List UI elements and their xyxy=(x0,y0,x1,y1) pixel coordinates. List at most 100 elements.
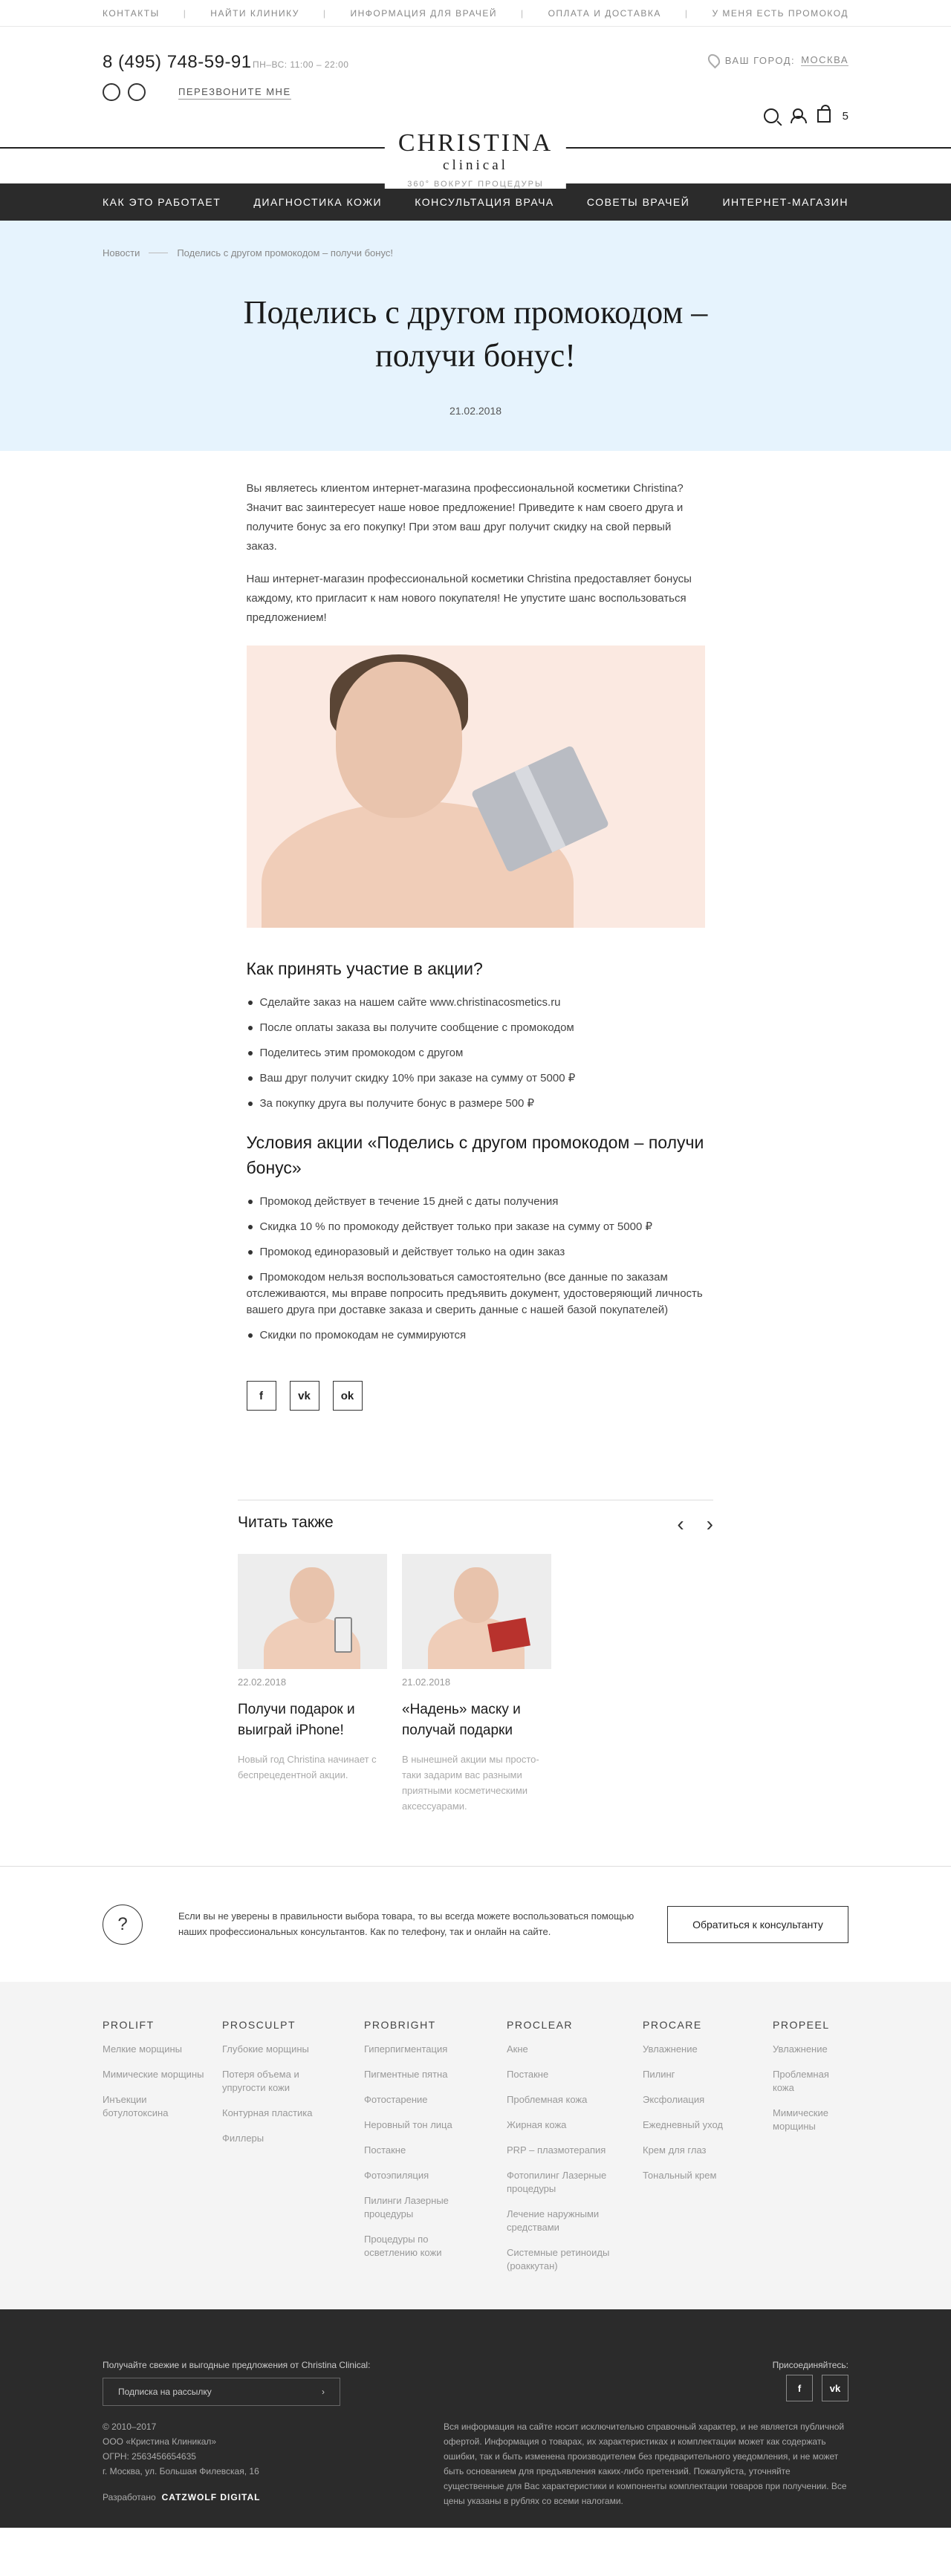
footer-link[interactable]: Постакне xyxy=(364,2144,468,2157)
footer-col-prolift: Prolift Мелкие морщины Мимические морщин… xyxy=(103,2019,207,2132)
footer-link[interactable]: Увлажнение xyxy=(773,2043,847,2056)
list-item: Скидки по промокодам не суммируются xyxy=(247,1327,705,1344)
top-bar: Контакты | Найти клинику | Информация дл… xyxy=(0,0,951,27)
article-paragraph: Вы являетесь клиентом интернет-магазина … xyxy=(246,482,684,553)
card-image[interactable] xyxy=(238,1554,387,1669)
footer-link[interactable]: Мелкие морщины xyxy=(103,2043,207,2056)
phone-number[interactable]: 8 (495) 748-59-91 xyxy=(103,52,252,73)
facebook-icon[interactable]: f xyxy=(786,2375,813,2401)
topbar-link-find-clinic[interactable]: Найти клинику xyxy=(210,8,299,19)
footer-col-title[interactable]: Propeel xyxy=(773,2019,847,2031)
footer-link[interactable]: Жирная кожа xyxy=(507,2118,618,2132)
nav-how-it-works[interactable]: Как это работает xyxy=(103,196,221,208)
article-paragraph: Наш интернет-магазин профессиональной ко… xyxy=(246,573,692,624)
footer-col-title[interactable]: Prosculpt xyxy=(222,2019,326,2031)
footer-link[interactable]: Мимические морщины xyxy=(103,2068,207,2081)
footer-link[interactable]: Системные ретиноиды (роаккутан) xyxy=(507,2246,618,2273)
footer-col-title[interactable]: Proclear xyxy=(507,2019,618,2031)
contact-consultant-button[interactable]: Обратиться к консультанту xyxy=(667,1906,848,1943)
developer-name[interactable]: CATZWOLF DIGITAL xyxy=(162,2492,261,2502)
footer-link[interactable]: Увлажнение xyxy=(643,2043,739,2056)
footer-link[interactable]: Глубокие морщины xyxy=(222,2043,326,2056)
footer-col-title[interactable]: Procare xyxy=(643,2019,739,2031)
city-label: Ваш город: xyxy=(724,54,796,66)
card-image[interactable] xyxy=(402,1554,551,1669)
footer-link[interactable]: Потеря объема и упругости кожи xyxy=(222,2068,326,2095)
nav-doctor-consultation[interactable]: Консультация врача xyxy=(415,196,554,208)
footer-link[interactable]: Фотостарение xyxy=(364,2093,468,2107)
footer-link[interactable]: Инъекции ботулотоксина xyxy=(103,2093,207,2120)
footer-link[interactable]: Постакне xyxy=(507,2068,618,2081)
footer-link[interactable]: Фотоэпиляция xyxy=(364,2169,468,2182)
footer-link[interactable]: Пигментные пятна xyxy=(364,2068,468,2081)
footer-link[interactable]: PRP – плазмотерапия xyxy=(507,2144,618,2157)
related-card[interactable]: 21.02.2018 «Надень» маску и получай пода… xyxy=(402,1554,551,1814)
topbar-link-payment-delivery[interactable]: Оплата и доставка xyxy=(548,8,661,19)
footer-link[interactable]: Неровный тон лица xyxy=(364,2118,468,2132)
footer-link[interactable]: Филлеры xyxy=(222,2132,326,2145)
list-item: После оплаты заказа вы получите сообщени… xyxy=(247,1020,705,1036)
company-address: г. Москва, ул. Большая Филевская, 16 xyxy=(103,2466,259,2476)
facebook-icon[interactable]: f xyxy=(246,1381,276,1411)
callback-link[interactable]: Перезвоните мне xyxy=(178,86,291,100)
footer-link[interactable]: Гиперпигментация xyxy=(364,2043,468,2056)
footer-link[interactable]: Крем для глаз xyxy=(643,2144,739,2157)
footer-col-title[interactable]: Probright xyxy=(364,2019,468,2031)
read-also: Читать также ‹ › 22.02.2018 Получи подар… xyxy=(238,1500,713,1814)
article-body: Вы являетесь клиентом интернет-магазина … xyxy=(246,451,705,1411)
list-item: Промокод единоразовый и действует только… xyxy=(247,1244,705,1261)
nav-doctor-advice[interactable]: Советы врачей xyxy=(587,196,689,208)
footer-link[interactable]: Пилинги Лазерные процедуры xyxy=(364,2194,468,2221)
image-shape xyxy=(335,662,462,818)
chevron-left-icon[interactable]: ‹ xyxy=(677,1512,684,1536)
footer-link[interactable]: Акне xyxy=(507,2043,618,2056)
footer-link[interactable]: Пилинг xyxy=(643,2068,739,2081)
footer-link[interactable]: Фотопилинг Лазерные процедуры xyxy=(507,2169,618,2196)
list-item: За покупку друга вы получите бонус в раз… xyxy=(247,1096,705,1112)
site-logo[interactable]: CHRISTINA clinical 360° вокруг процедуры xyxy=(384,131,567,189)
footer-link[interactable]: Проблемная кожа xyxy=(773,2068,847,2095)
footer-link[interactable]: Мимические морщины xyxy=(773,2107,847,2133)
city-name[interactable]: Москва xyxy=(801,54,848,66)
article-image xyxy=(246,645,705,928)
footer-link[interactable]: Тональный крем xyxy=(643,2169,739,2182)
cart-icon[interactable] xyxy=(817,105,831,123)
footer-link[interactable]: Лечение наружными средствами xyxy=(507,2208,618,2234)
odnoklassniki-icon[interactable]: ok xyxy=(332,1381,363,1411)
company-name: ООО «Кристина Клиникал» xyxy=(103,2436,217,2447)
footer-link[interactable]: Ежедневный уход xyxy=(643,2118,739,2132)
footer-link[interactable]: Эксфолиация xyxy=(643,2093,739,2107)
footer-col-procare: Procare Увлажнение Пилинг Эксфолиация Еж… xyxy=(643,2019,739,2194)
footer-link[interactable]: Контурная пластика xyxy=(222,2107,326,2120)
header-actions: 5 xyxy=(763,105,848,123)
user-icon[interactable] xyxy=(790,108,807,123)
copyright: © 2010–2017 xyxy=(103,2421,157,2432)
search-icon[interactable] xyxy=(763,108,779,123)
subscribe-input[interactable]: Подписка на рассылку › xyxy=(103,2378,340,2406)
nav-online-store[interactable]: Интернет-магазин xyxy=(722,196,848,208)
card-title[interactable]: Получи подарок и выиграй iPhone! xyxy=(238,1700,387,1741)
breadcrumb-news[interactable]: Новости xyxy=(103,247,140,258)
nav-skin-diagnostics[interactable]: Диагностика кожи xyxy=(253,196,382,208)
chevron-right-icon[interactable]: › xyxy=(707,1512,713,1536)
conditions-list: Промокод действует в течение 15 дней с д… xyxy=(247,1194,705,1344)
related-card[interactable]: 22.02.2018 Получи подарок и выиграй iPho… xyxy=(238,1554,387,1814)
city-selector[interactable]: Ваш город: Москва xyxy=(705,51,848,69)
logo-sub: clinical xyxy=(443,157,508,173)
card-date: 21.02.2018 xyxy=(402,1676,451,1688)
footer-col-propeel: Propeel Увлажнение Проблемная кожа Мимич… xyxy=(773,2019,847,2145)
chevron-right-icon[interactable]: › xyxy=(322,2387,325,2397)
card-title[interactable]: «Надень» маску и получай подарки xyxy=(402,1700,551,1741)
list-item: Промокод действует в течение 15 дней с д… xyxy=(247,1194,705,1210)
whatsapp-icon[interactable] xyxy=(128,83,146,101)
viber-icon[interactable] xyxy=(103,83,120,101)
vk-icon[interactable]: vk xyxy=(289,1381,319,1411)
footer-link[interactable]: Проблемная кожа xyxy=(507,2093,618,2107)
footer-link[interactable]: Процедуры по осветлению кожи xyxy=(364,2233,468,2260)
topbar-link-promocode[interactable]: У меня есть промокод xyxy=(712,8,848,19)
topbar-link-contacts[interactable]: Контакты xyxy=(103,8,160,19)
footer-links: Prolift Мелкие морщины Мимические морщин… xyxy=(0,1982,951,2309)
footer-col-title[interactable]: Prolift xyxy=(103,2019,207,2031)
vk-icon[interactable]: vk xyxy=(822,2375,848,2401)
topbar-link-doctors-info[interactable]: Информация для врачей xyxy=(350,8,497,19)
